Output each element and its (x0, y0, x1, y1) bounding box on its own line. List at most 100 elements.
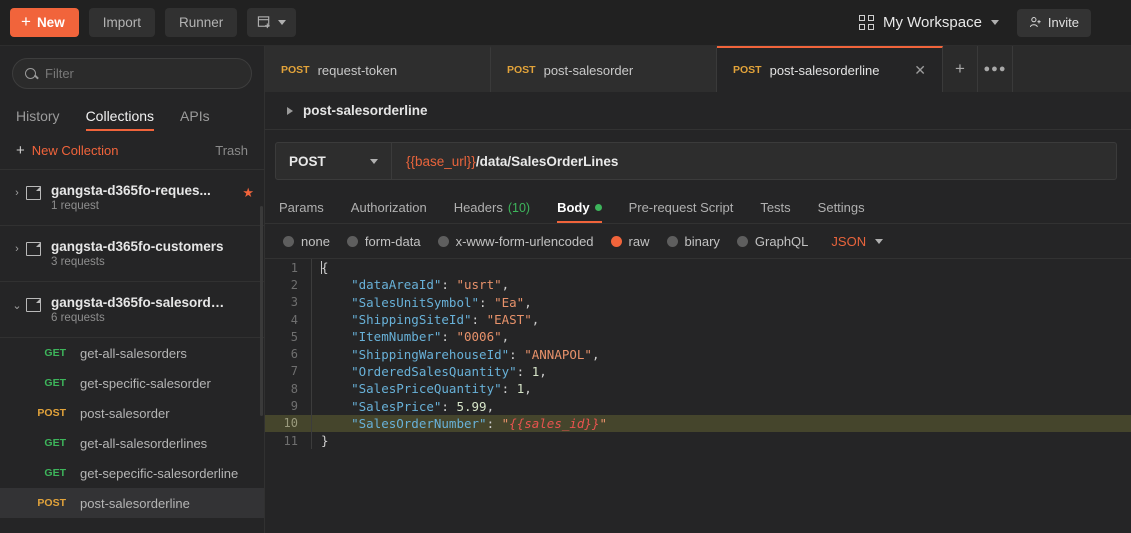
new-collection-button[interactable]: + New Collection (16, 143, 118, 158)
list-item[interactable]: GET get-specific-salesorder (0, 368, 264, 398)
request-section-tabs: Params Authorization Headers (10) Body P… (265, 190, 1131, 224)
collection-row-0[interactable]: › gangsta-d365fo-reques... 1 request ★ (0, 170, 264, 226)
list-item[interactable]: GET get-sepecific-salesorderline (0, 458, 264, 488)
collection-name: gangsta-d365fo-customers (51, 239, 224, 254)
collection-name: gangsta-d365fo-salesorders (51, 295, 226, 310)
code-text: "ShippingSiteId": "EAST", (312, 312, 539, 327)
import-button[interactable]: Import (89, 8, 155, 37)
tab-headers[interactable]: Headers (10) (454, 200, 530, 223)
tab-collections[interactable]: Collections (86, 108, 154, 131)
tab-tests[interactable]: Tests (760, 200, 790, 223)
code-text: "ShippingWarehouseId": "ANNAPOL", (312, 347, 599, 362)
list-item-selected[interactable]: POST post-salesorderline (0, 488, 264, 518)
trash-link[interactable]: Trash (215, 143, 248, 158)
search-icon (25, 68, 36, 79)
line-number: 11 (265, 434, 311, 448)
ellipsis-icon: ●●● (984, 63, 1007, 75)
list-item[interactable]: GET get-all-salesorderlines (0, 428, 264, 458)
workspace-selector[interactable]: My Workspace (853, 10, 1005, 35)
code-line[interactable]: 1{ (265, 259, 1131, 276)
request-method: GET (30, 347, 66, 359)
code-text: "SalesPrice": 5.99, (312, 399, 494, 414)
caret-right-icon[interactable] (287, 107, 293, 115)
code-line[interactable]: 9 "SalesPrice": 5.99, (265, 397, 1131, 414)
new-button-label: New (37, 15, 65, 30)
radio-icon-selected (611, 236, 622, 247)
request-tab-2[interactable]: POST post-salesorderline ✕ (717, 46, 943, 92)
code-token: : (479, 295, 494, 310)
invite-button[interactable]: Invite (1017, 9, 1091, 37)
collection-text: gangsta-d365fo-salesorders 6 requests (51, 295, 226, 324)
body-type-graphql[interactable]: GraphQL (737, 234, 808, 249)
code-line[interactable]: 8 "SalesPriceQuantity": 1, (265, 380, 1131, 397)
radio-icon (347, 236, 358, 247)
chevron-right-icon[interactable]: › (8, 239, 26, 255)
tab-apis[interactable]: APIs (180, 108, 210, 131)
search-input[interactable]: Filter (12, 58, 252, 89)
method-select[interactable]: POST (276, 143, 392, 179)
code-line[interactable]: 6 "ShippingWarehouseId": "ANNAPOL", (265, 345, 1131, 362)
collection-row-1[interactable]: › gangsta-d365fo-customers 3 requests (0, 226, 264, 282)
request-tab-0[interactable]: POST request-token (265, 46, 491, 92)
new-tab-button[interactable]: + (943, 46, 978, 92)
new-collection-label: New Collection (32, 143, 119, 158)
code-line[interactable]: 11} (265, 432, 1131, 449)
tab-method: POST (281, 64, 310, 76)
list-item[interactable]: GET get-all-salesorders (0, 338, 264, 368)
body-type-row: none form-data x-www-form-urlencoded raw… (265, 224, 1131, 259)
url-input[interactable]: {{base_url}}/data/SalesOrderLines (392, 143, 1116, 179)
runner-button-label: Runner (179, 15, 223, 30)
toolbar-right-group: My Workspace Invite (853, 9, 1121, 37)
collection-row-2[interactable]: ⌄ gangsta-d365fo-salesorders 6 requests (0, 282, 264, 338)
body-type-binary[interactable]: binary (667, 234, 720, 249)
chevron-down-icon[interactable]: ⌄ (8, 295, 26, 312)
code-lines[interactable]: 1{2 "dataAreaId": "usrt",3 "SalesUnitSym… (265, 259, 1131, 533)
tab-pre-request-script[interactable]: Pre-request Script (629, 200, 734, 223)
collection-text: gangsta-d365fo-reques... 1 request (51, 183, 211, 212)
chevron-down-icon (875, 239, 883, 244)
body-type-label: binary (685, 234, 720, 249)
body-type-none[interactable]: none (283, 234, 330, 249)
body-type-label: raw (629, 234, 650, 249)
code-text: "dataAreaId": "usrt", (312, 277, 509, 292)
star-icon[interactable]: ★ (242, 183, 254, 201)
code-token: "OrderedSalesQuantity" (321, 364, 517, 379)
sidebar-scrollbar[interactable] (260, 206, 263, 416)
code-line[interactable]: 10 "SalesOrderNumber": "{{sales_id}}" (265, 415, 1131, 432)
line-number: 9 (265, 399, 311, 413)
new-button[interactable]: + New (10, 8, 79, 37)
tab-settings[interactable]: Settings (818, 200, 865, 223)
chevron-down-icon (370, 159, 378, 164)
code-token: , (532, 312, 540, 327)
body-type-urlencoded[interactable]: x-www-form-urlencoded (438, 234, 594, 249)
chevron-right-icon[interactable]: › (8, 183, 26, 199)
body-type-form-data[interactable]: form-data (347, 234, 421, 249)
code-token: " (599, 416, 607, 431)
tab-authorization[interactable]: Authorization (351, 200, 427, 223)
tab-history[interactable]: History (16, 108, 60, 131)
tab-body[interactable]: Body (557, 200, 602, 223)
collection-actions: + New Collection Trash (0, 131, 264, 170)
code-token: "EAST" (487, 312, 532, 327)
code-line[interactable]: 2 "dataAreaId": "usrt", (265, 276, 1131, 293)
new-panel-button[interactable] (247, 8, 296, 37)
code-line[interactable]: 4 "ShippingSiteId": "EAST", (265, 311, 1131, 328)
collection-request-count: 1 request (51, 200, 211, 212)
body-format-select[interactable]: JSON (831, 234, 883, 249)
request-method: POST (30, 407, 66, 419)
code-line[interactable]: 3 "SalesUnitSymbol": "Ea", (265, 294, 1131, 311)
code-line[interactable]: 5 "ItemNumber": "0006", (265, 328, 1131, 345)
tab-label: Settings (818, 200, 865, 215)
top-toolbar: + New Import Runner My (0, 0, 1131, 46)
runner-button[interactable]: Runner (165, 8, 237, 37)
request-name: post-salesorder (80, 406, 170, 421)
code-line[interactable]: 7 "OrderedSalesQuantity": 1, (265, 363, 1131, 380)
tab-params[interactable]: Params (279, 200, 324, 223)
close-icon[interactable]: ✕ (914, 63, 926, 77)
body-type-raw[interactable]: raw (611, 234, 650, 249)
body-editor[interactable]: 1{2 "dataAreaId": "usrt",3 "SalesUnitSym… (265, 259, 1131, 533)
list-item[interactable]: POST post-salesorder (0, 398, 264, 428)
request-tab-1[interactable]: POST post-salesorder (491, 46, 717, 92)
more-tabs-button[interactable]: ●●● (978, 46, 1013, 92)
request-name: post-salesorderline (80, 496, 190, 511)
